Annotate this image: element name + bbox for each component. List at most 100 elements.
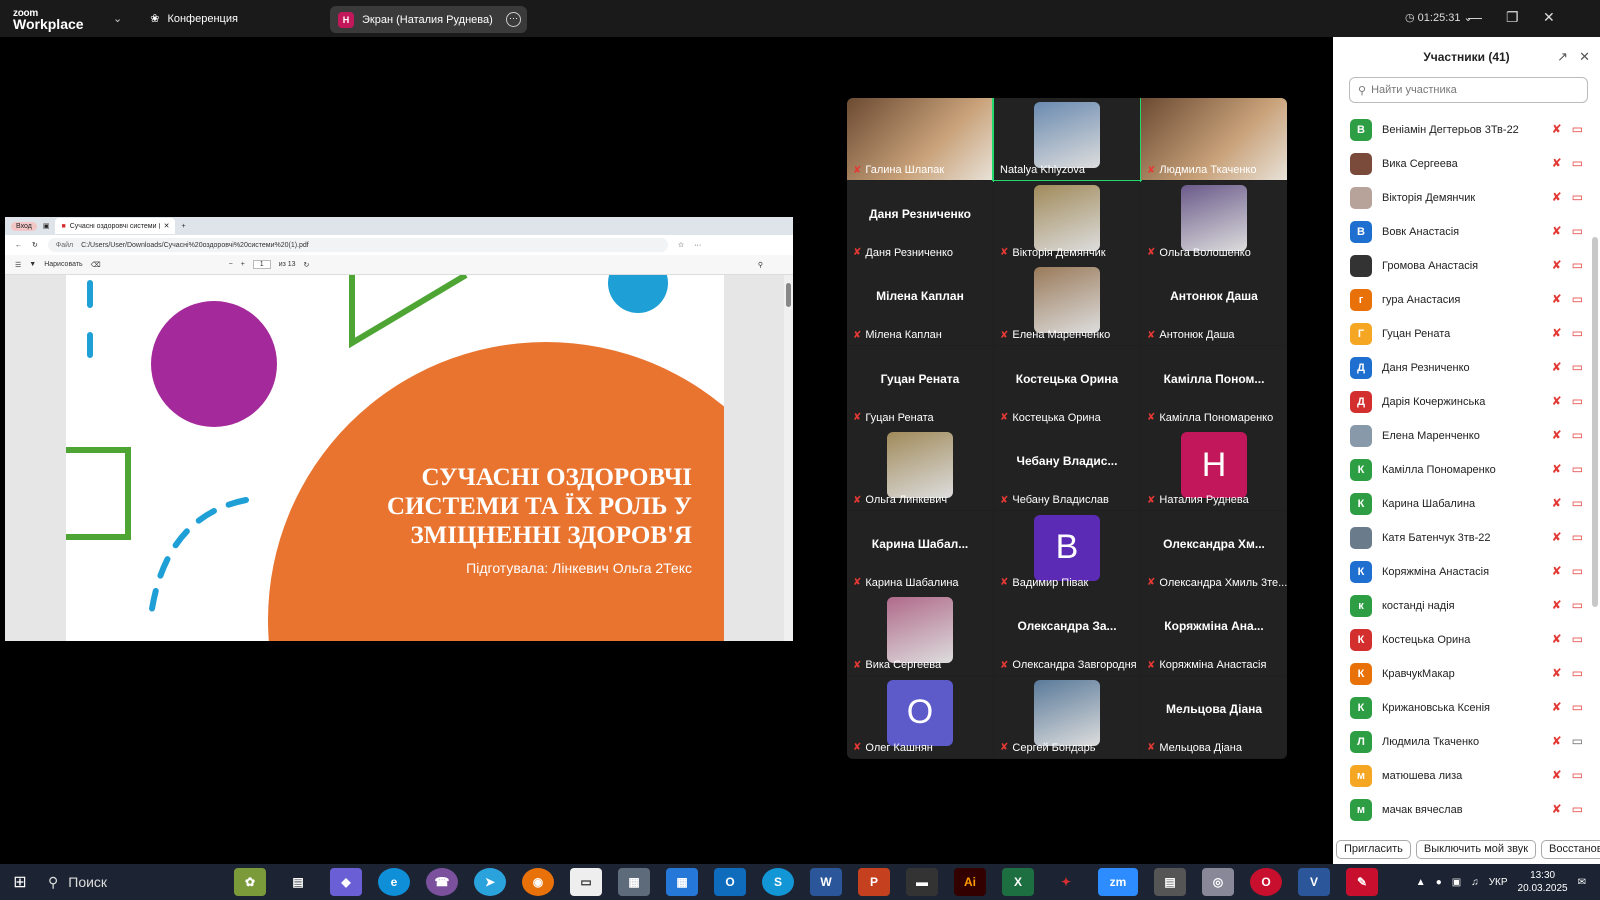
participant-row[interactable]: В Вовк Анастасія ✘ ▭ [1333, 215, 1591, 249]
participants-scrollbar[interactable] [1592, 237, 1598, 607]
participant-row[interactable]: Д Дарія Кочержинська ✘ ▭ [1333, 385, 1591, 419]
zoom-in-icon[interactable]: + [241, 261, 245, 268]
close-icon[interactable]: ✕ [1543, 9, 1555, 26]
participant-tile[interactable]: Антонюк Даша ✘ Антонюк Даша [1141, 263, 1287, 345]
video-editor-icon[interactable]: ▬ [906, 868, 938, 896]
word-icon[interactable]: W [810, 868, 842, 896]
participant-tile[interactable]: Олександра За... ✘ Олександра Завгородня [994, 593, 1140, 675]
participant-row[interactable]: Г Гуцан Рената ✘ ▭ [1333, 317, 1591, 351]
outlook-icon[interactable]: O [714, 868, 746, 896]
notepad-icon[interactable]: ▭ [570, 868, 602, 896]
participant-tile[interactable]: Коряжміна Ана... ✘ Коряжміна Анастасія [1141, 593, 1287, 675]
participant-row[interactable]: Елена Маренченко ✘ ▭ [1333, 419, 1591, 453]
participant-tile[interactable]: Даня Резниченко ✘ Даня Резниченко [847, 180, 993, 263]
participant-tile[interactable]: В ✘ Вадимир Півак [994, 510, 1140, 593]
participant-tile[interactable]: Natalya Khlyzova [992, 98, 1142, 182]
calendar-icon[interactable]: ▦ [666, 868, 698, 896]
minimize-icon[interactable]: — [1468, 9, 1482, 25]
network-icon[interactable]: ▣ [1452, 877, 1461, 888]
workspaces-icon[interactable]: ▣ [43, 222, 50, 230]
volume-icon[interactable]: ♫ [1471, 877, 1479, 888]
firefox-icon[interactable]: ◉ [522, 868, 554, 896]
skype-icon[interactable]: S [762, 868, 794, 896]
participant-tile[interactable]: ✘ Людмила Ткаченко [1141, 98, 1287, 180]
taskbar-search[interactable]: ⚲ Поиск [48, 868, 218, 896]
meeting-timer[interactable]: ◷ 01:25:31 ⌄ [1405, 11, 1473, 24]
restore-button[interactable]: Восстанови [1541, 839, 1600, 859]
draw-button[interactable]: Нарисовать [44, 261, 82, 268]
powerpoint-icon[interactable]: P [858, 868, 890, 896]
highlight-icon[interactable]: ▼ [29, 261, 36, 268]
participant-search-input[interactable]: ⚲ Найти участника [1349, 77, 1588, 103]
tab-close-icon[interactable]: ✕ [164, 222, 170, 230]
participant-tile[interactable]: Чебану Владис... ✘ Чебану Владислав [994, 428, 1140, 510]
participant-row[interactable]: г гура Анастасия ✘ ▭ [1333, 283, 1591, 317]
popout-icon[interactable]: ↗ [1557, 49, 1568, 65]
participant-tile[interactable]: Н ✘ Наталия Руднева [1141, 428, 1287, 510]
microphone-icon[interactable]: ● [1436, 877, 1442, 888]
menu-icon[interactable]: ··· [694, 242, 701, 249]
participant-row[interactable]: Д Даня Резниченко ✘ ▭ [1333, 351, 1591, 385]
participant-row[interactable]: м матюшева лиза ✘ ▭ [1333, 759, 1591, 793]
search-icon[interactable]: ⚲ [758, 261, 763, 269]
participant-row[interactable]: к костанді надія ✘ ▭ [1333, 589, 1591, 623]
participant-tile[interactable]: ✘ Ольга Линкевич [847, 428, 993, 510]
eraser-icon[interactable]: ⌫ [91, 261, 101, 269]
participant-row[interactable]: К КравчукМакар ✘ ▭ [1333, 657, 1591, 691]
close-panel-icon[interactable]: ✕ [1579, 49, 1590, 65]
notifications-icon[interactable]: ✉ [1578, 877, 1586, 888]
meeting-info-button[interactable]: ❀ Конференция [150, 12, 238, 26]
participant-row[interactable]: В Веніамін Дегтерьов 3Тв-22 ✘ ▭ [1333, 113, 1591, 147]
screen-share-pill[interactable]: Н Экран (Наталия Руднева) ··· [330, 6, 527, 33]
new-tab-icon[interactable]: + [181, 223, 185, 230]
visio-icon[interactable]: V [1298, 868, 1330, 896]
taskbar-clock[interactable]: 13:30 20.03.2025 [1518, 869, 1568, 895]
participant-tile[interactable]: Костецька Орина ✘ Костецька Орина [994, 345, 1140, 428]
participant-tile[interactable]: ✘ Вика Сергеева [847, 593, 993, 675]
participant-tile[interactable]: ✘ Вікторія Демянчик [994, 180, 1140, 263]
scanner-icon[interactable]: ▤ [1154, 868, 1186, 896]
participant-tile[interactable]: Мельцова Діана ✘ Мельцова Діана [1141, 675, 1287, 758]
flowers-widget-icon[interactable]: ✿ [234, 868, 266, 896]
participant-row[interactable]: Вікторія Демянчик ✘ ▭ [1333, 181, 1591, 215]
participant-tile[interactable]: Мілена Каплан ✘ Мілена Каплан [847, 263, 993, 345]
participant-tile[interactable]: Гуцан Рената ✘ Гуцан Рената [847, 345, 993, 428]
reload-icon[interactable]: ↻ [32, 241, 38, 249]
calculator-icon[interactable]: ▦ [618, 868, 650, 896]
participant-tile[interactable]: Олександра Хм... ✘ Олександра Хмиль 3те... [1141, 510, 1287, 593]
participant-tile[interactable]: ✘ Галина Шлапак [847, 98, 993, 180]
windows-start-icon[interactable]: ⊞ [0, 872, 40, 892]
app-red-icon[interactable]: ✦ [1050, 868, 1082, 896]
zoom-taskbar-icon[interactable]: zm [1098, 868, 1138, 896]
rotate-icon[interactable]: ↻ [304, 261, 310, 269]
chevron-down-icon[interactable]: ⌄ [113, 12, 122, 25]
mute-me-button[interactable]: Выключить мой звук [1415, 839, 1537, 859]
excel-icon[interactable]: X [1002, 868, 1034, 896]
opera-icon[interactable]: O [1250, 868, 1282, 896]
pdf-scroll-thumb[interactable] [786, 283, 791, 307]
participant-tile[interactable]: ✘ Сергей Бондарь [994, 675, 1140, 758]
participant-tile[interactable]: О ✘ Олег Кашнян [847, 675, 993, 758]
participant-row[interactable]: Л Людмила Ткаченко ✘ ▭ [1333, 725, 1591, 759]
tray-arrow-icon[interactable]: ▲ [1416, 877, 1426, 888]
viber-icon[interactable]: ☎ [426, 868, 458, 896]
pdf-editor-icon[interactable]: ✎ [1346, 868, 1378, 896]
more-options-icon[interactable]: ··· [506, 12, 521, 27]
address-bar[interactable]: Файл C:/Users/User/Downloads/Сучасні%20о… [47, 238, 668, 252]
paint-icon[interactable]: ◎ [1202, 868, 1234, 896]
page-number-input[interactable]: 1 [252, 260, 271, 269]
zoom-out-icon[interactable]: − [229, 261, 233, 268]
participant-row[interactable]: Громова Анастасія ✘ ▭ [1333, 249, 1591, 283]
participant-row[interactable]: К Костецька Орина ✘ ▭ [1333, 623, 1591, 657]
edge-icon[interactable]: e [378, 868, 410, 896]
browser-tab[interactable]: ■ Сучасні оздоровчі системи (1).pdf ✕ [55, 218, 176, 234]
participant-row[interactable]: Катя Батенчук 3тв-22 ✘ ▭ [1333, 521, 1591, 555]
pdf-scrollbar[interactable] [784, 275, 793, 641]
illustrator-icon[interactable]: Ai [954, 868, 986, 896]
star-icon[interactable]: ☆ [678, 241, 684, 249]
participant-tile[interactable]: ✘ Елена Маренченко [994, 263, 1140, 345]
restore-icon[interactable]: ❐ [1506, 9, 1519, 26]
contents-icon[interactable]: ☰ [15, 261, 21, 269]
participant-tile[interactable]: ✘ Ольга Волошенко [1141, 180, 1287, 263]
participant-tile[interactable]: Камілла Поном... ✘ Камілла Пономаренко [1141, 345, 1287, 428]
